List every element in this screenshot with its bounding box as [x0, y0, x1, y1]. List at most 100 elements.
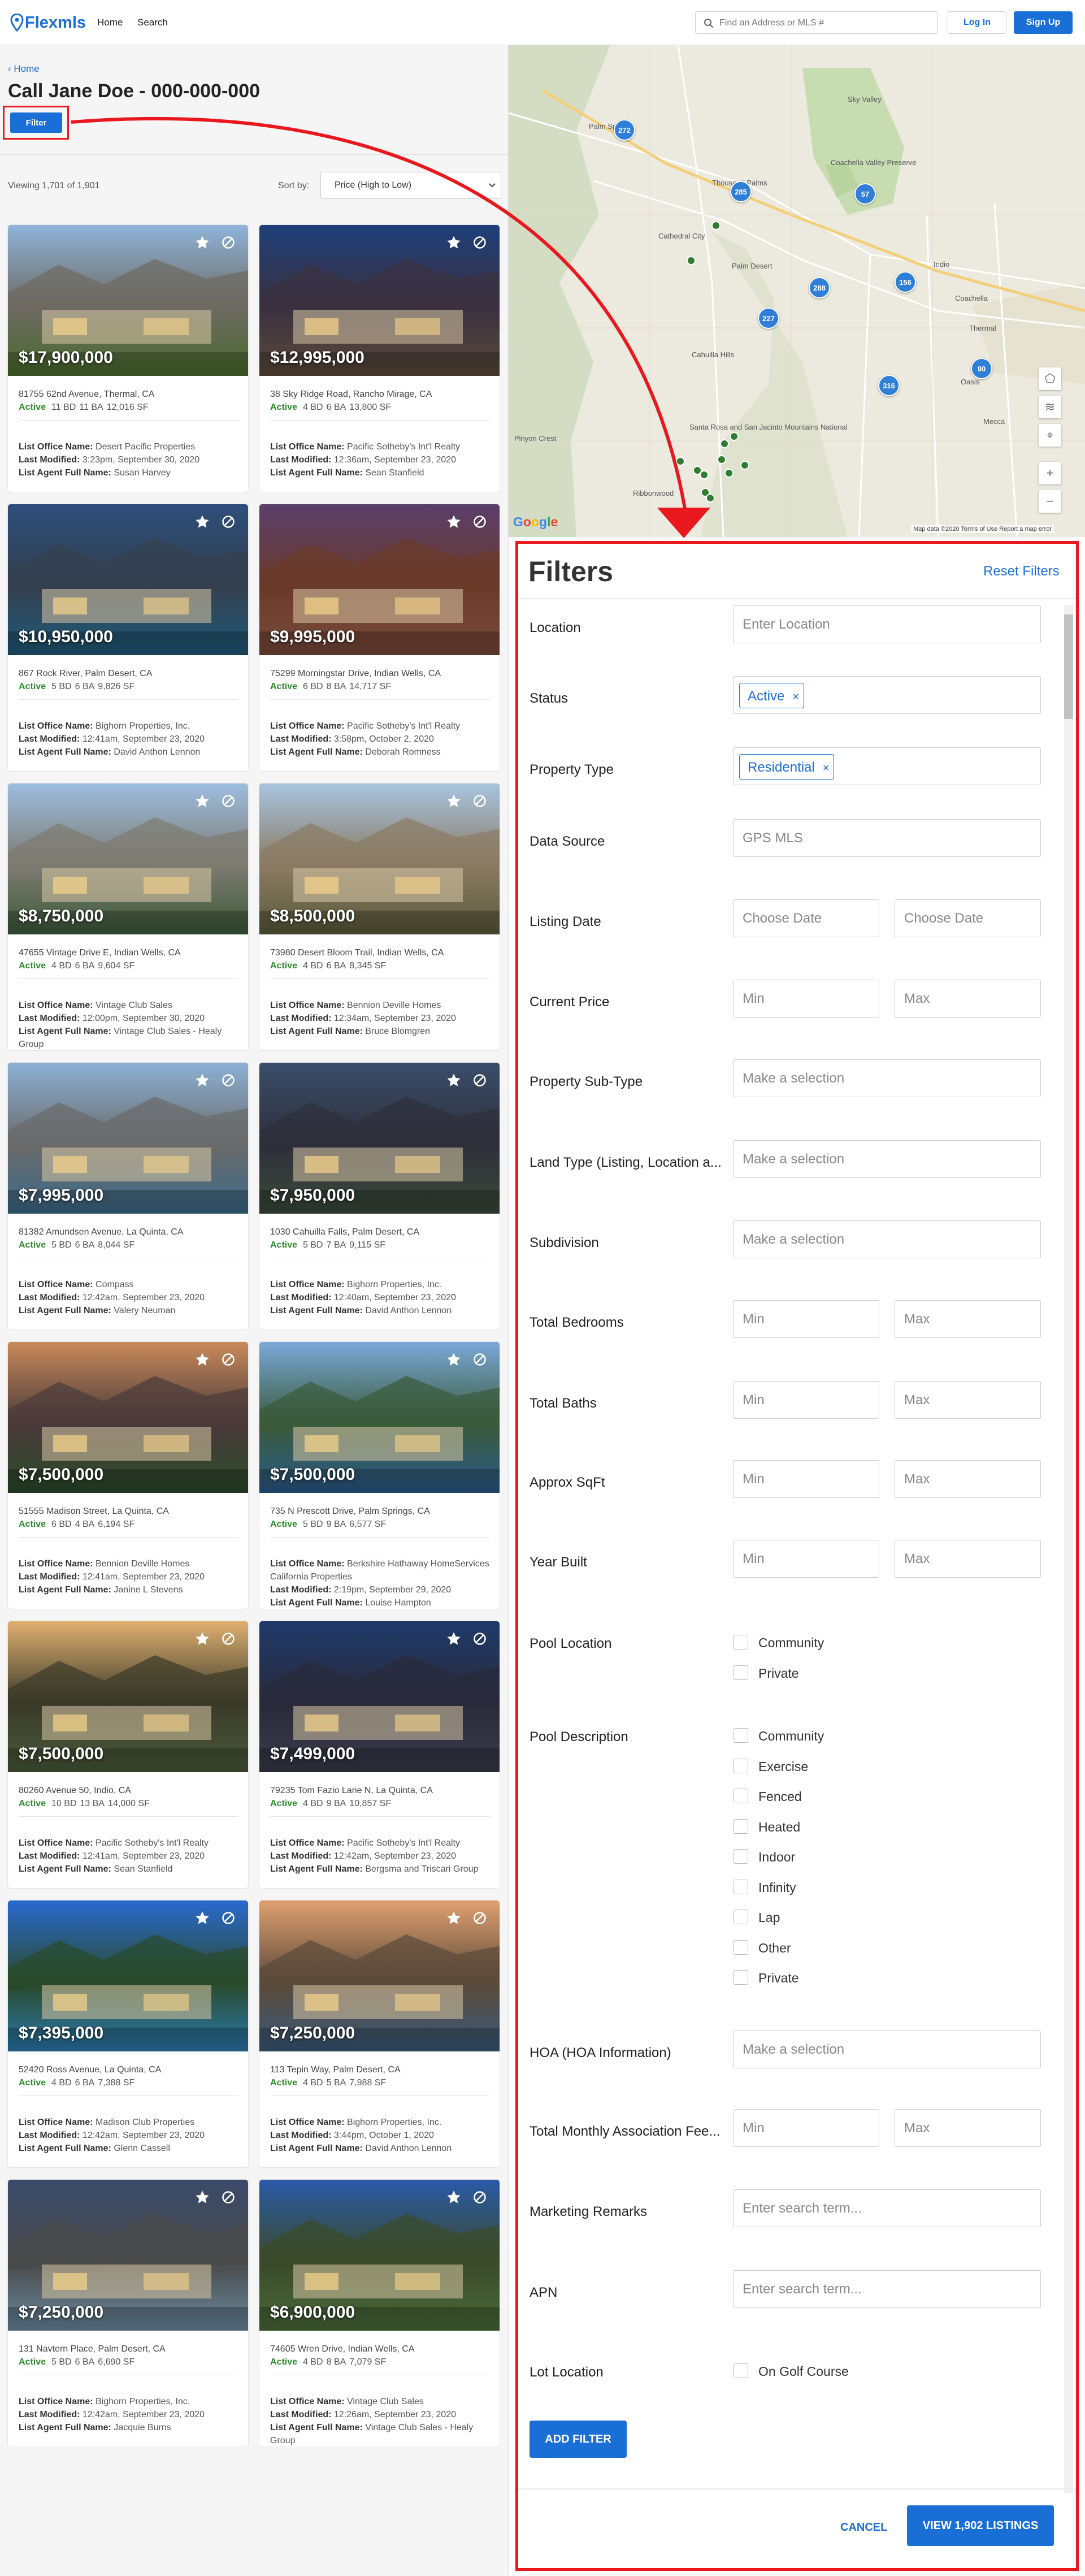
hide-listing-icon[interactable] [473, 2190, 487, 2204]
bedrooms-max-input[interactable]: Max [895, 1300, 1041, 1338]
my-location-button[interactable]: ⌖ [1039, 424, 1061, 447]
pool-description-checkbox[interactable] [734, 1970, 748, 1985]
subdivision-select[interactable]: Make a selection [733, 1220, 1041, 1258]
status-select[interactable]: Active × [733, 676, 1041, 714]
favorite-star-icon[interactable] [194, 235, 210, 250]
hide-listing-icon[interactable] [222, 2190, 235, 2204]
listing-photo[interactable]: $7,395,000 [8, 1900, 248, 2051]
favorite-star-icon[interactable] [194, 1631, 210, 1647]
login-button[interactable]: Log In [948, 11, 1006, 34]
property-type-select[interactable]: Residential × [733, 747, 1041, 785]
filter-button[interactable]: Filter [10, 112, 62, 133]
signup-button[interactable]: Sign Up [1014, 11, 1073, 34]
hide-listing-icon[interactable] [222, 1073, 235, 1087]
pool-description-checkbox[interactable] [734, 1819, 748, 1834]
favorite-star-icon[interactable] [194, 793, 210, 809]
listing-card[interactable]: $7,499,000 79235 Tom Fazio Lane N, La Qui… [259, 1621, 500, 1889]
zoom-in-button[interactable]: + [1039, 462, 1061, 484]
hide-listing-icon[interactable] [222, 236, 235, 249]
cancel-button[interactable]: CANCEL [840, 2521, 887, 2534]
map-listing-pin[interactable] [706, 493, 715, 503]
remarks-input[interactable]: Enter search term... [733, 2189, 1041, 2227]
nav-search[interactable]: Search [137, 17, 168, 28]
map-cluster[interactable]: 227 [758, 308, 779, 329]
listing-card[interactable]: $7,500,000 80260 Avenue 50, Indio, CA Acti… [7, 1621, 249, 1889]
listing-card[interactable]: $6,900,000 74605 Wren Drive, Indian Wells… [259, 2179, 500, 2447]
map-cluster[interactable]: 57 [854, 183, 876, 205]
hide-listing-icon[interactable] [473, 1911, 487, 1925]
pool-location-community-checkbox[interactable] [734, 1635, 748, 1649]
hide-listing-icon[interactable] [473, 1632, 487, 1646]
address-search[interactable] [695, 11, 938, 34]
pool-description-checkbox[interactable] [734, 1849, 748, 1864]
pool-location-private-checkbox[interactable] [734, 1665, 748, 1680]
breadcrumb-home[interactable]: Home [14, 63, 39, 74]
address-search-input[interactable] [719, 16, 928, 30]
hide-listing-icon[interactable] [473, 1353, 487, 1366]
favorite-star-icon[interactable] [194, 1072, 210, 1088]
price-max-input[interactable]: Max [895, 980, 1041, 1018]
map-listing-pin[interactable] [730, 432, 739, 441]
hide-listing-icon[interactable] [222, 515, 235, 529]
apn-input[interactable]: Enter search term... [733, 2270, 1041, 2308]
listing-card[interactable]: $7,395,000 52420 Ross Avenue, La Quinta, … [7, 1900, 249, 2168]
map-listing-pin[interactable] [711, 221, 721, 230]
listing-date-to[interactable]: Choose Date [895, 899, 1041, 937]
favorite-star-icon[interactable] [194, 1910, 210, 1926]
favorite-star-icon[interactable] [446, 235, 462, 250]
remove-chip-icon[interactable]: × [823, 762, 830, 774]
listing-card[interactable]: $17,900,000 81755 62nd Avenue, Thermal, C… [7, 224, 249, 492]
remove-chip-icon[interactable]: × [792, 691, 799, 703]
map-listing-pin[interactable] [740, 461, 749, 470]
listing-photo[interactable]: $12,995,000 [259, 225, 500, 376]
favorite-star-icon[interactable] [446, 514, 462, 530]
hoa-select[interactable]: Make a selection [733, 2031, 1041, 2068]
listing-card[interactable]: $7,250,000 113 Tepin Way, Palm Desert, CA… [259, 1900, 500, 2168]
listing-photo[interactable]: $8,500,000 [259, 783, 500, 934]
favorite-star-icon[interactable] [446, 1910, 462, 1926]
bedrooms-min-input[interactable]: Min [733, 1300, 879, 1338]
map-listing-pin[interactable] [724, 469, 734, 478]
map-listing-pin[interactable] [676, 457, 685, 466]
filters-scrollbar[interactable] [1064, 605, 1073, 2493]
flexmls-logo[interactable]: Flexmls [10, 12, 86, 33]
hide-listing-icon[interactable] [473, 515, 487, 529]
map-cluster[interactable]: 316 [878, 375, 900, 396]
year-built-min-input[interactable]: Min [733, 1540, 879, 1578]
listing-photo[interactable]: $7,950,000 [259, 1063, 500, 1214]
draw-shape-button[interactable]: ⬠ [1039, 367, 1061, 390]
zoom-out-button[interactable]: − [1039, 490, 1061, 513]
map-cluster[interactable]: 285 [730, 181, 752, 202]
hide-listing-icon[interactable] [222, 794, 235, 808]
sqft-max-input[interactable]: Max [895, 1460, 1041, 1498]
property-type-chip[interactable]: Residential × [739, 754, 835, 780]
favorite-star-icon[interactable] [446, 1631, 462, 1647]
favorite-star-icon[interactable] [194, 1352, 210, 1367]
location-input[interactable]: Enter Location [733, 605, 1041, 643]
assoc-fee-min-input[interactable]: Min [733, 2109, 879, 2147]
data-source-select[interactable]: GPS MLS [733, 819, 1041, 857]
hide-listing-icon[interactable] [222, 1911, 235, 1925]
listing-photo[interactable]: $10,950,000 [8, 504, 248, 655]
listing-photo[interactable]: $7,500,000 [8, 1342, 248, 1493]
listing-card[interactable]: $12,995,000 38 Sky Ridge Road, Rancho Mir… [259, 224, 500, 492]
listing-photo[interactable]: $17,900,000 [8, 225, 248, 376]
listing-card[interactable]: $7,500,000 51555 Madison Street, La Quint… [7, 1341, 249, 1609]
year-built-max-input[interactable]: Max [895, 1540, 1041, 1578]
listing-photo[interactable]: $9,995,000 [259, 504, 500, 655]
hide-listing-icon[interactable] [473, 794, 487, 808]
listing-photo[interactable]: $7,500,000 [259, 1342, 500, 1493]
listing-date-from[interactable]: Choose Date [733, 899, 879, 937]
on-golf-course-checkbox[interactable] [734, 2363, 748, 2378]
pool-description-checkbox[interactable] [734, 1879, 748, 1894]
pool-description-checkbox[interactable] [734, 1758, 748, 1773]
favorite-star-icon[interactable] [194, 2189, 210, 2205]
baths-max-input[interactable]: Max [895, 1381, 1041, 1419]
favorite-star-icon[interactable] [446, 793, 462, 809]
map-cluster[interactable]: 156 [895, 271, 916, 293]
map-listing-pin[interactable] [687, 256, 696, 265]
pool-description-checkbox[interactable] [734, 1910, 748, 1924]
layers-button[interactable]: ≋ [1039, 396, 1061, 418]
sort-select[interactable]: Price (High to Low) [320, 172, 501, 199]
favorite-star-icon[interactable] [446, 2189, 462, 2205]
